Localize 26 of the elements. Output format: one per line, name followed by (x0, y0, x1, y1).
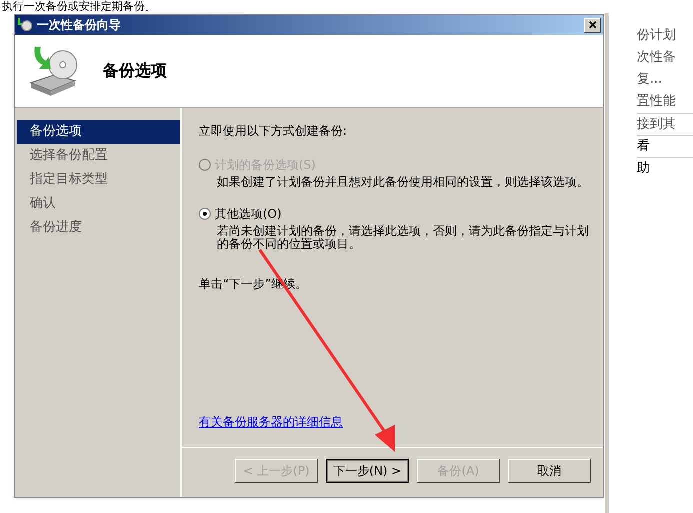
step-item: 备份进度 (29, 219, 83, 238)
wizard-button[interactable]: 下一步(N) > (326, 458, 409, 482)
step-item: 确认 (29, 195, 57, 214)
page-description: 执行一次备份或安排定期备份。 (2, 0, 156, 13)
action-item[interactable]: 次性备 (637, 48, 676, 68)
option-description: 若尚未创建计划的备份，请选择此选项，否则，请为此备份指定与计划的备份不同的位置或项目。 (216, 225, 590, 251)
window-title: 一次性备份向导 (37, 17, 121, 34)
wizard-button[interactable]: 取消 (508, 458, 591, 482)
page-heading: 备份选项 (103, 60, 167, 82)
action-item[interactable]: 复... (637, 70, 662, 90)
step-item: 备份选项 (17, 120, 180, 144)
action-item[interactable]: 份计划 (637, 26, 676, 46)
radio-option[interactable]: 其他选项(O) (199, 205, 591, 223)
action-item[interactable]: 看 (637, 136, 650, 156)
option-description: 如果创建了计划备份并且想对此备份使用相同的设置，则选择该选项。 (216, 176, 590, 189)
step-item: 指定目标类型 (29, 171, 109, 190)
backup-icon (17, 17, 33, 33)
step-item: 选择备份配置 (29, 147, 109, 166)
details-link[interactable]: 有关备份服务器的详细信息 (199, 413, 343, 431)
prompt-text: 立即使用以下方式创建备份: (199, 123, 348, 140)
action-item[interactable]: 接到其 (637, 114, 676, 134)
action-item[interactable]: 置性能 (637, 92, 676, 112)
radio-button[interactable] (199, 208, 211, 220)
close-icon (588, 21, 596, 29)
close-button[interactable] (584, 18, 601, 32)
action-item[interactable]: 助 (637, 158, 650, 178)
